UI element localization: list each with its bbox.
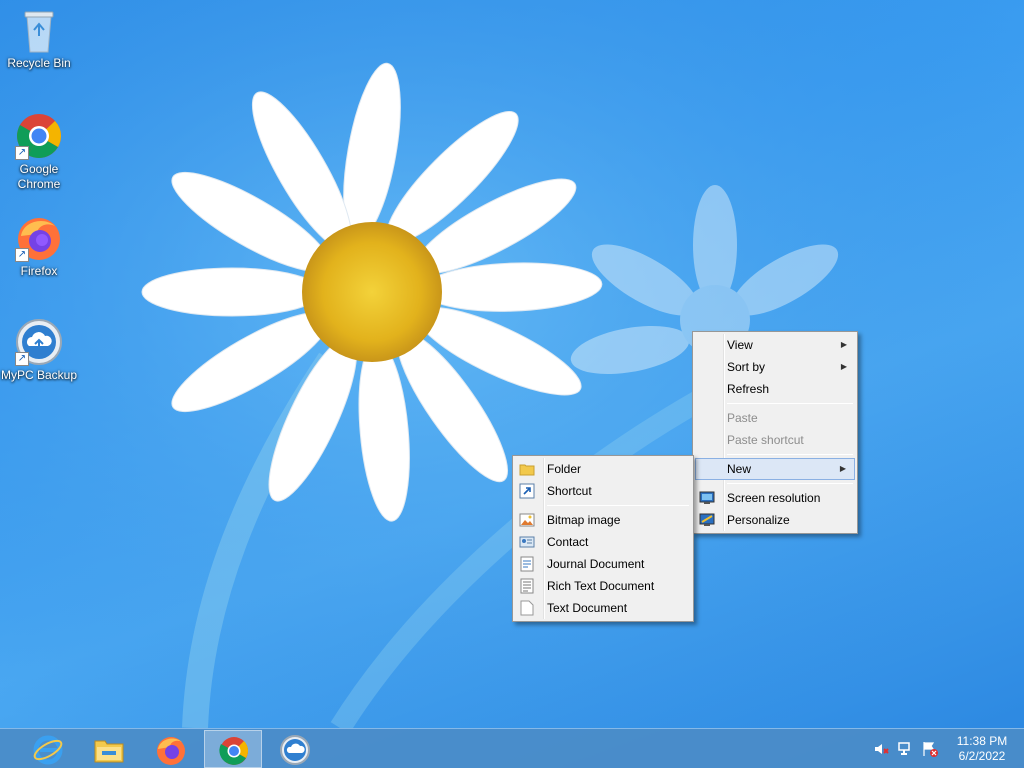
internet-explorer-icon bbox=[33, 735, 63, 765]
menu-item-label: Sort by bbox=[727, 360, 766, 374]
submenu-item-shortcut[interactable]: Shortcut bbox=[515, 480, 691, 502]
action-center-icon[interactable] bbox=[922, 741, 938, 757]
submenu-item-bitmap-image[interactable]: Bitmap image bbox=[515, 509, 691, 531]
volume-muted-icon[interactable] bbox=[874, 741, 890, 757]
desktop-icon-mypc-backup[interactable]: ↗ MyPC Backup bbox=[0, 318, 78, 383]
menu-item-refresh[interactable]: Refresh bbox=[695, 378, 855, 400]
menu-item-label: Folder bbox=[547, 462, 582, 476]
clock-time: 11:38 PM bbox=[956, 734, 1008, 748]
submenu-item-rich-text-document[interactable]: Rich Text Document bbox=[515, 575, 691, 597]
menu-item-label: View bbox=[727, 338, 753, 352]
taskbar-clock[interactable]: 11:38 PM 6/2/2022 bbox=[948, 734, 1016, 764]
taskbar-firefox[interactable] bbox=[142, 730, 200, 768]
menu-item-label: Shortcut bbox=[547, 484, 592, 498]
menu-item-sort-by[interactable]: Sort by ▶ bbox=[695, 356, 855, 378]
recycle-bin-icon bbox=[15, 6, 63, 54]
journal-icon bbox=[519, 556, 535, 572]
new-submenu: Folder Shortcut Bitmap image Contact Jou… bbox=[512, 455, 694, 622]
desktop-icon-label: Recycle Bin bbox=[7, 56, 71, 70]
chrome-icon bbox=[219, 737, 248, 765]
taskbar-internet-explorer[interactable] bbox=[19, 730, 77, 768]
folder-icon bbox=[519, 461, 535, 477]
taskbar-file-explorer[interactable] bbox=[80, 730, 138, 768]
file-explorer-icon bbox=[94, 740, 124, 763]
shortcut-arrow-icon: ↗ bbox=[15, 248, 29, 262]
submenu-item-folder[interactable]: Folder bbox=[515, 458, 691, 480]
desktop-icon-google-chrome[interactable]: ↗ Google Chrome bbox=[0, 112, 78, 192]
desktop-icon-label: Google Chrome bbox=[17, 162, 61, 191]
menu-item-paste-shortcut[interactable]: Paste shortcut bbox=[695, 429, 855, 451]
desktop-icon-label: Firefox bbox=[20, 264, 58, 278]
menu-item-label: Paste shortcut bbox=[727, 433, 804, 447]
submenu-item-contact[interactable]: Contact bbox=[515, 531, 691, 553]
submenu-arrow-icon: ▶ bbox=[839, 464, 846, 473]
menu-item-view[interactable]: View ▶ bbox=[695, 334, 855, 356]
desktop-icon-recycle-bin[interactable]: Recycle Bin bbox=[0, 6, 78, 71]
menu-separator bbox=[547, 505, 689, 506]
shortcut-icon bbox=[519, 483, 535, 499]
menu-separator bbox=[727, 403, 853, 404]
menu-item-label: Contact bbox=[547, 535, 589, 549]
menu-separator bbox=[727, 483, 853, 484]
menu-item-label: Text Document bbox=[547, 601, 628, 615]
menu-item-screen-resolution[interactable]: Screen resolution bbox=[695, 487, 855, 509]
menu-item-label: Personalize bbox=[727, 513, 790, 527]
desktop-icon-firefox[interactable]: ↗ Firefox bbox=[0, 214, 78, 279]
menu-item-label: Paste bbox=[727, 411, 758, 425]
submenu-arrow-icon: ▶ bbox=[840, 362, 847, 371]
menu-item-label: New bbox=[727, 462, 752, 476]
menu-item-label: Journal Document bbox=[547, 557, 645, 571]
taskbar-mypc-backup[interactable] bbox=[266, 730, 324, 768]
mypc-backup-icon: ↗ bbox=[15, 318, 63, 366]
text-document-icon bbox=[519, 600, 535, 616]
menu-item-label: Rich Text Document bbox=[547, 579, 655, 593]
submenu-item-journal-document[interactable]: Journal Document bbox=[515, 553, 691, 575]
submenu-item-text-document[interactable]: Text Document bbox=[515, 597, 691, 619]
taskbar-google-chrome[interactable] bbox=[204, 730, 262, 768]
screen-resolution-icon bbox=[699, 490, 715, 506]
contact-icon bbox=[519, 534, 535, 550]
desktop-context-menu: View ▶ Sort by ▶ Refresh Paste Paste sho… bbox=[692, 331, 858, 534]
network-icon[interactable] bbox=[898, 741, 914, 757]
firefox-icon bbox=[157, 737, 185, 765]
menu-item-label: Refresh bbox=[727, 382, 770, 396]
shortcut-arrow-icon: ↗ bbox=[15, 146, 29, 160]
shortcut-arrow-icon: ↗ bbox=[15, 352, 29, 366]
menu-item-label: Screen resolution bbox=[727, 491, 821, 505]
menu-item-new[interactable]: New ▶ bbox=[695, 458, 855, 480]
menu-item-label: Bitmap image bbox=[547, 513, 621, 527]
menu-item-paste[interactable]: Paste bbox=[695, 407, 855, 429]
menu-item-personalize[interactable]: Personalize bbox=[695, 509, 855, 531]
taskbar: 11:38 PM 6/2/2022 bbox=[0, 728, 1024, 768]
firefox-icon: ↗ bbox=[15, 214, 63, 262]
rich-text-icon bbox=[519, 578, 535, 594]
personalize-icon bbox=[699, 512, 715, 528]
bitmap-icon bbox=[519, 512, 535, 528]
mypc-backup-icon bbox=[280, 735, 310, 765]
clock-date: 6/2/2022 bbox=[958, 749, 1006, 763]
desktop-icon-label: MyPC Backup bbox=[0, 368, 78, 382]
submenu-arrow-icon: ▶ bbox=[840, 340, 847, 349]
menu-separator bbox=[727, 454, 853, 455]
chrome-icon: ↗ bbox=[15, 112, 63, 160]
